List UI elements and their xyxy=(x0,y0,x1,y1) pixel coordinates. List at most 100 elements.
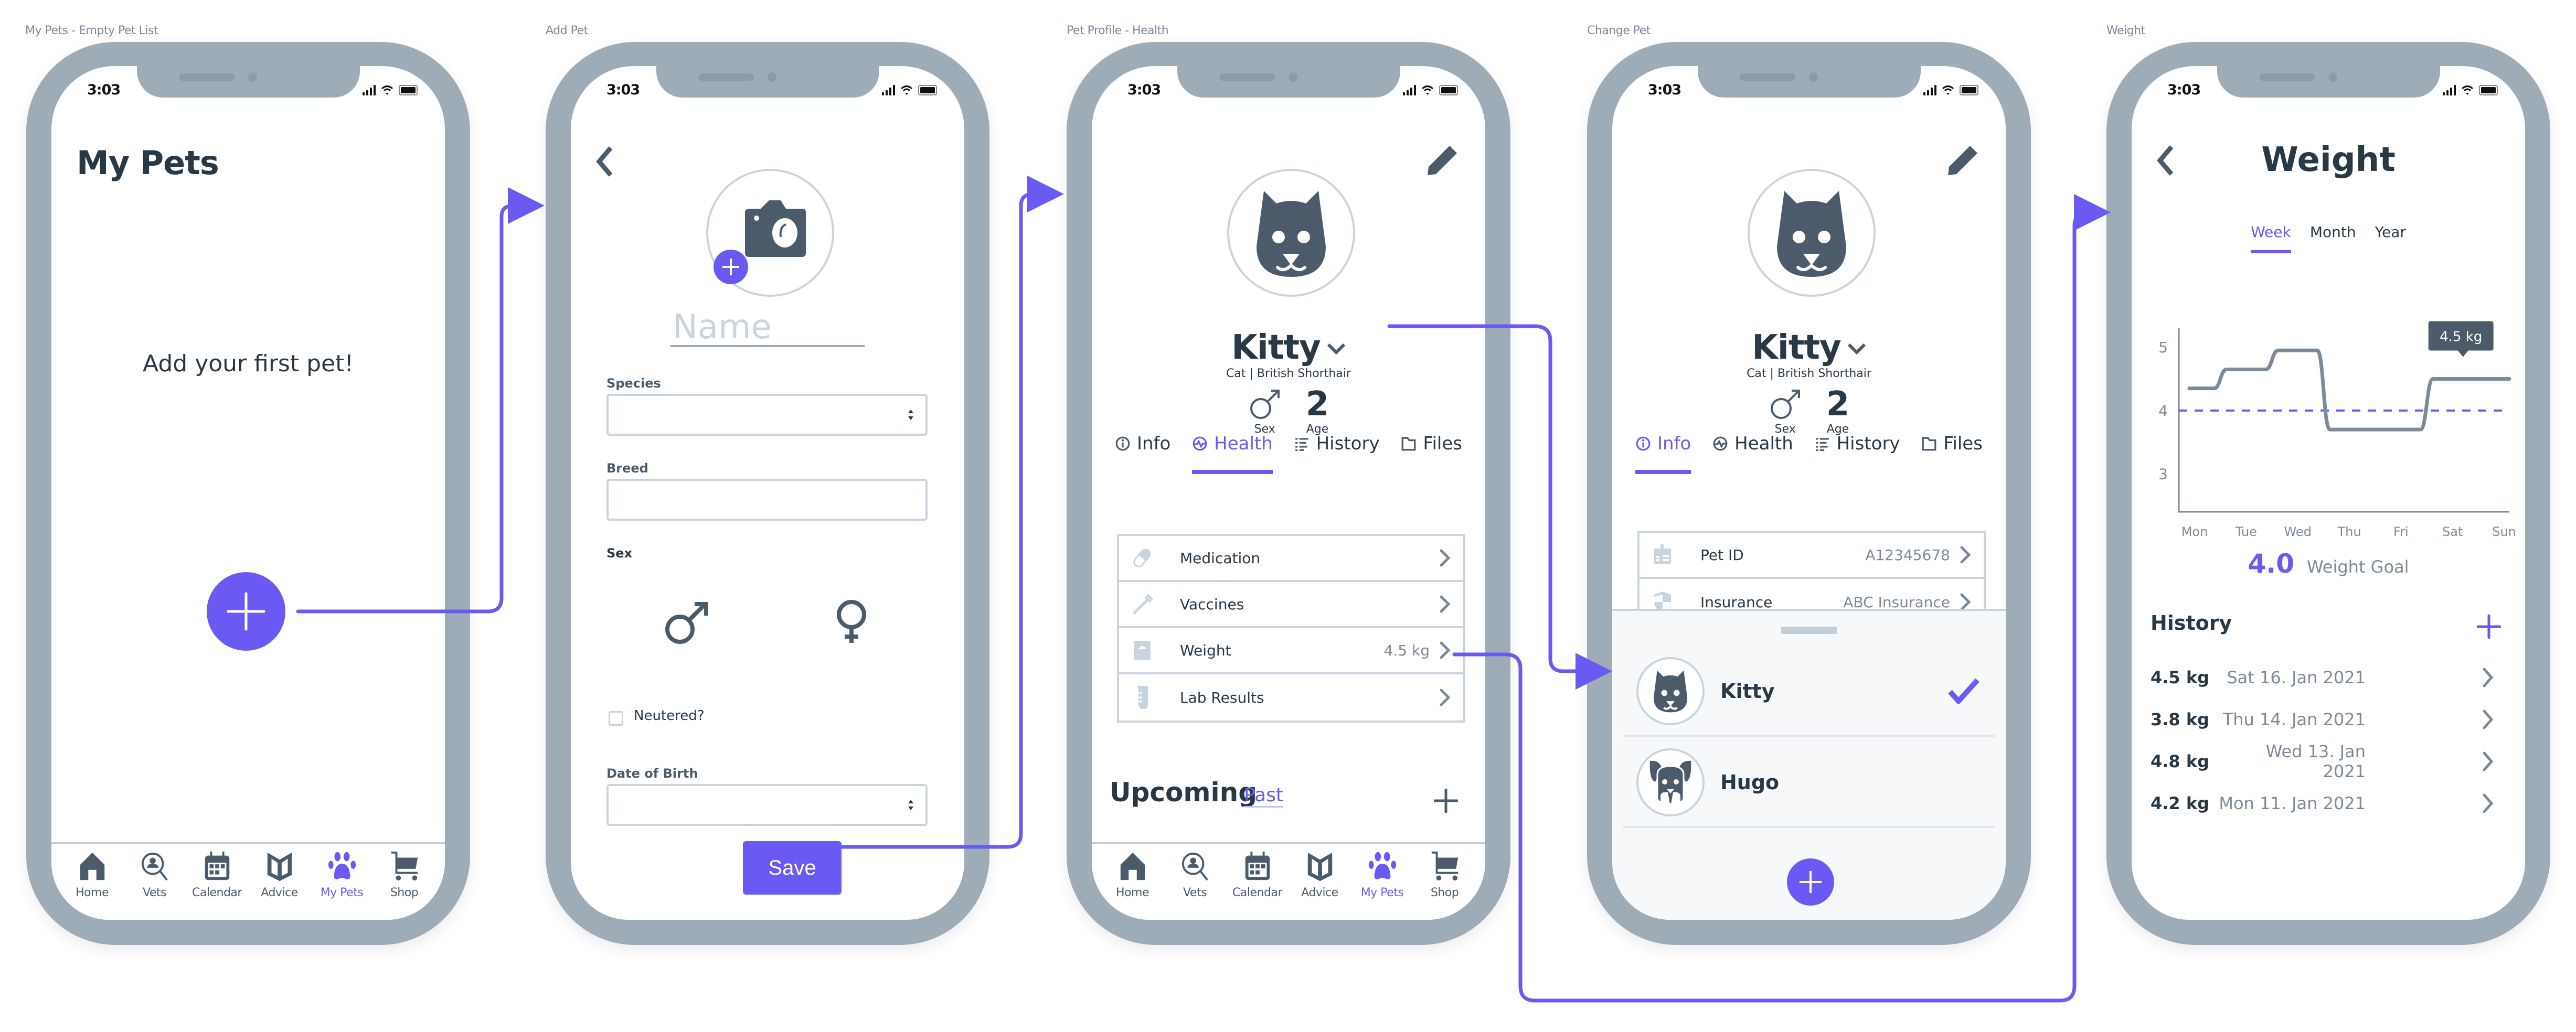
pet-name-dropdown[interactable]: Kitty xyxy=(1612,328,2006,367)
species-select[interactable] xyxy=(606,394,928,436)
list-row-pet-id[interactable]: Pet ID A12345678 xyxy=(1640,533,1984,579)
tab-health[interactable]: Health xyxy=(1712,428,1793,459)
chevron-down-icon xyxy=(1327,343,1345,355)
status-bar: 3:03 xyxy=(51,82,445,103)
pet-name-input[interactable] xyxy=(670,309,865,347)
tab-label: My Pets xyxy=(1360,886,1404,899)
wifi-icon xyxy=(1942,85,1954,95)
profile-tabs: Info Health History Files xyxy=(1115,428,1462,474)
tab-shop[interactable]: Shop xyxy=(378,851,431,920)
tab-calendar[interactable]: Calendar xyxy=(1231,851,1284,920)
chevron-right-icon xyxy=(1440,549,1451,567)
history-row[interactable]: 3.8 kg Thu 14. Jan 2021 xyxy=(2151,704,2494,735)
range-tab-week[interactable]: Week xyxy=(2251,223,2291,253)
tab-vets[interactable]: Vets xyxy=(129,851,181,920)
tab-health[interactable]: Health xyxy=(1192,428,1273,474)
y-tick-label: 3 xyxy=(2158,466,2168,483)
dob-select[interactable] xyxy=(606,784,928,826)
phone-pet-profile-health: 3:03 Kitty Cat | British Shorthair Sex 2… xyxy=(1067,42,1510,945)
row-label: Pet ID xyxy=(1700,546,1744,564)
tab-info[interactable]: Info xyxy=(1115,428,1170,459)
bottom-tab-bar: Home Vets Calendar Advice My Pets Shop xyxy=(51,842,445,920)
list-row-weight[interactable]: Weight 4.5 kg xyxy=(1119,628,1463,674)
y-tick-label: 5 xyxy=(2158,339,2168,356)
status-time: 3:03 xyxy=(606,82,640,98)
breed-input[interactable] xyxy=(606,479,928,521)
x-tick-label: Tue xyxy=(2235,524,2257,538)
tab-history[interactable]: History xyxy=(1294,428,1380,459)
add-photo-badge[interactable] xyxy=(714,250,748,284)
range-tab-year[interactable]: Year xyxy=(2375,223,2406,253)
pet-name-dropdown[interactable]: Kitty xyxy=(1092,328,1485,367)
calendar-icon xyxy=(1245,851,1270,880)
row-value: A12345678 xyxy=(1865,546,1950,564)
history-row[interactable]: 4.8 kg Wed 13. Jan 2021 xyxy=(2151,741,2494,781)
neutered-checkbox[interactable] xyxy=(609,711,623,726)
x-tick-label: Sun xyxy=(2492,524,2516,538)
tab-home[interactable]: Home xyxy=(1106,851,1159,920)
list-row-lab-results[interactable]: Lab Results xyxy=(1119,674,1463,721)
frame-label: My Pets - Empty Pet List xyxy=(25,24,158,37)
edit-pencil-icon[interactable] xyxy=(1947,144,1979,176)
list-icon xyxy=(1295,438,1308,451)
plus-icon xyxy=(227,592,265,631)
tab-info[interactable]: Info xyxy=(1635,428,1691,474)
upcoming-title: Upcoming xyxy=(1110,777,1258,808)
past-link[interactable]: Past xyxy=(1244,784,1284,808)
pet-breed: Cat | British Shorthair xyxy=(1226,367,1351,380)
tab-advice[interactable]: Advice xyxy=(253,851,306,920)
save-button[interactable]: Save xyxy=(743,841,842,895)
photo-picker[interactable] xyxy=(706,169,834,297)
history-row[interactable]: 4.2 kg Mon 11. Jan 2021 xyxy=(2151,788,2494,819)
tab-calendar[interactable]: Calendar xyxy=(191,851,243,920)
weight-chart: 3 4 5 Mon Tue Wed Thu Fri Sat Sun 4.5 kg xyxy=(2158,321,2516,538)
edit-pencil-icon[interactable] xyxy=(1427,144,1459,176)
x-tick-label: Fri xyxy=(2393,524,2409,538)
battery-icon xyxy=(918,85,937,95)
tab-my-pets[interactable]: My Pets xyxy=(316,851,368,920)
tab-files[interactable]: Files xyxy=(1401,428,1462,459)
pet-option-hugo[interactable]: Hugo xyxy=(1623,739,1995,828)
add-weight-button[interactable] xyxy=(2477,615,2501,639)
list-row-vaccines[interactable]: Vaccines xyxy=(1119,582,1463,628)
female-icon[interactable] xyxy=(828,597,875,644)
status-time: 3:03 xyxy=(1127,82,1161,98)
info-icon xyxy=(1636,436,1651,451)
male-icon[interactable] xyxy=(663,599,710,646)
history-weight: 4.8 kg xyxy=(2151,751,2210,771)
history-weight: 3.8 kg xyxy=(2151,710,2210,729)
add-pet-button[interactable] xyxy=(207,572,285,651)
scale-icon xyxy=(1134,641,1151,660)
history-row[interactable]: 4.5 kg Sat 16. Jan 2021 xyxy=(2151,662,2494,693)
wifi-icon xyxy=(2461,85,2474,95)
tab-my-pets[interactable]: My Pets xyxy=(1356,851,1409,920)
avatar xyxy=(1636,748,1705,816)
tab-history[interactable]: History xyxy=(1815,428,1900,459)
range-tab-month[interactable]: Month xyxy=(2310,223,2356,253)
chevron-down-icon xyxy=(1847,343,1866,355)
back-button[interactable] xyxy=(594,146,615,177)
tab-files[interactable]: Files xyxy=(1921,428,1983,459)
sheet-grabber[interactable] xyxy=(1781,627,1837,634)
pet-option-kitty[interactable]: Kitty xyxy=(1623,648,1995,737)
checkmark-icon xyxy=(1948,678,1979,704)
select-arrows-icon xyxy=(908,410,913,420)
list-icon xyxy=(1815,438,1829,451)
chevron-right-icon xyxy=(2483,793,2494,813)
y-tick-label: 4 xyxy=(2158,402,2168,420)
list-row-medication[interactable]: Medication xyxy=(1119,536,1463,582)
camera-icon xyxy=(745,200,806,257)
wifi-icon xyxy=(1421,85,1434,95)
tab-label: Files xyxy=(1423,433,1462,454)
health-list: Medication Vaccines Weight 4.5 kg Lab Result… xyxy=(1117,534,1465,723)
tab-advice[interactable]: Advice xyxy=(1294,851,1346,920)
phone-change-pet: 3:03 Kitty Cat | British Shorthair Sex 2… xyxy=(1587,42,2031,945)
add-pet-button[interactable] xyxy=(1787,858,1834,906)
tab-label: Advice xyxy=(261,886,298,899)
tab-home[interactable]: Home xyxy=(66,851,119,920)
goal-value: 4.0 xyxy=(2248,549,2295,579)
history-weight: 4.5 kg xyxy=(2151,668,2210,687)
add-event-button[interactable] xyxy=(1434,789,1458,813)
tab-shop[interactable]: Shop xyxy=(1419,851,1471,920)
tab-vets[interactable]: Vets xyxy=(1169,851,1221,920)
